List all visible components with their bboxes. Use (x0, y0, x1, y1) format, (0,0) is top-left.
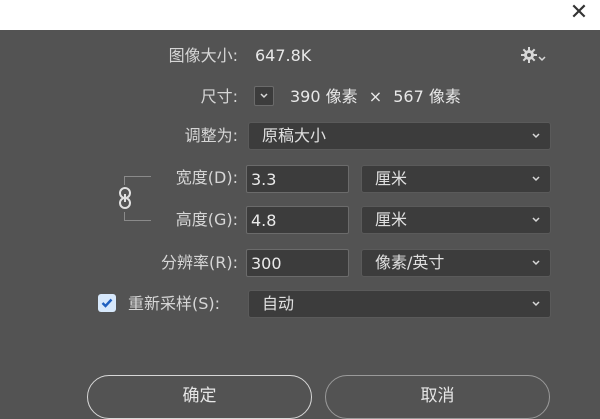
image-size-value: 647.8K (255, 46, 312, 65)
gear-icon[interactable] (519, 45, 549, 65)
width-unit-select[interactable]: 厘米 (361, 165, 551, 193)
fit-to-label: 调整为: (184, 126, 238, 145)
resolution-unit-select[interactable]: 像素/英寸 (361, 249, 551, 277)
dimensions-height-unit: 像素 (428, 87, 461, 106)
resample-checkbox[interactable] (98, 294, 116, 312)
image-size-label: 图像大小: (168, 46, 238, 65)
checkmark-icon (101, 298, 113, 308)
dimensions-times: × (368, 87, 383, 106)
dimensions-width-unit: 像素 (325, 87, 358, 106)
fit-to-value: 原稿大小 (262, 126, 327, 145)
dimensions-unit-dropdown[interactable] (254, 86, 274, 106)
resolution-field[interactable] (246, 249, 349, 277)
dimensions-height: 567 (393, 87, 424, 106)
cancel-button[interactable]: 取消 (325, 375, 550, 419)
link-icon[interactable] (114, 185, 136, 211)
resample-label: 重新采样(S): (128, 294, 221, 313)
title-bar: ✕ (0, 0, 600, 30)
chevron-down-icon (530, 250, 542, 276)
resample-value: 自动 (262, 294, 295, 313)
chevron-down-icon (530, 166, 542, 192)
width-input[interactable] (247, 166, 348, 192)
chevron-down-icon (530, 207, 542, 233)
height-label: 高度(G): (175, 210, 238, 229)
height-unit-select[interactable]: 厘米 (361, 206, 551, 234)
chevron-down-icon (530, 123, 542, 149)
width-field[interactable] (246, 165, 349, 193)
resolution-input[interactable] (247, 250, 348, 276)
width-label: 宽度(D): (175, 168, 238, 187)
close-icon[interactable]: ✕ (568, 1, 590, 25)
height-field[interactable] (246, 206, 349, 234)
fit-to-select[interactable]: 原稿大小 (248, 122, 551, 150)
height-input[interactable] (247, 207, 348, 233)
dimensions-value: 390 像素 × 567 像素 (290, 87, 461, 107)
resample-select[interactable]: 自动 (248, 290, 551, 318)
chevron-down-icon (260, 93, 268, 99)
dimensions-width: 390 (290, 87, 321, 106)
dimensions-label: 尺寸: (200, 87, 238, 106)
resolution-label: 分辨率(R): (161, 253, 238, 272)
width-unit-value: 厘米 (375, 169, 408, 188)
height-unit-value: 厘米 (375, 210, 408, 229)
ok-button[interactable]: 确定 (87, 375, 312, 419)
resolution-unit-value: 像素/英寸 (375, 253, 445, 272)
chevron-down-icon (530, 291, 542, 317)
